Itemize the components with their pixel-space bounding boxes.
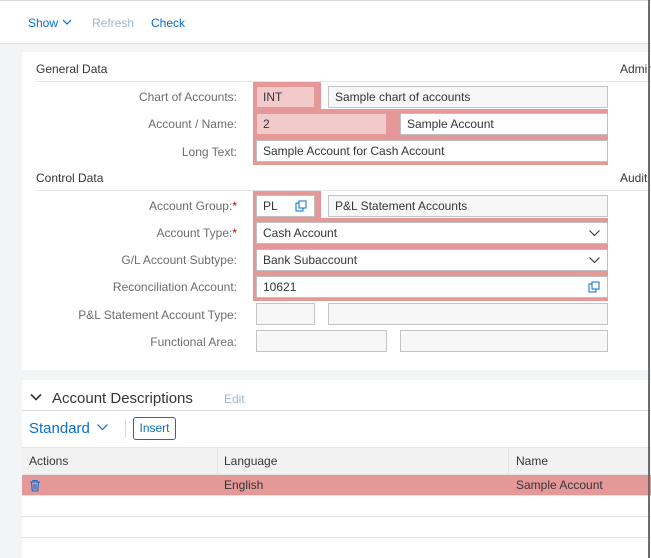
reconciliation-account-label: Reconciliation Account:	[112, 280, 237, 294]
account-number-input[interactable]: 2	[256, 113, 387, 135]
pl-statement-account-type-description	[328, 303, 608, 325]
account-number-value: 2	[263, 117, 270, 131]
pl-statement-account-type-input	[256, 303, 315, 325]
window-edge	[648, 0, 650, 558]
edit-button[interactable]: Edit	[224, 392, 245, 406]
panel-divider	[22, 410, 651, 411]
value-help-icon[interactable]	[588, 281, 600, 293]
section-general-title: General Data	[36, 62, 108, 76]
show-label: Show	[28, 16, 59, 30]
section-divider	[36, 190, 621, 191]
gl-account-subtype-select[interactable]: Bank Subaccount	[256, 249, 608, 271]
chart-of-accounts-name: Sample chart of accounts	[335, 90, 471, 104]
collapse-chevron-icon[interactable]	[30, 391, 42, 403]
reconciliation-account-input[interactable]: 10621	[256, 276, 608, 298]
functional-area-label: Functional Area:	[150, 335, 237, 349]
account-descriptions-title: Account Descriptions	[52, 390, 193, 407]
toolbar-separator	[125, 419, 126, 438]
account-group-label-text: Account Group:	[148, 199, 233, 213]
toolbar: Show Refresh Check	[0, 0, 651, 44]
column-header-language: Language	[224, 454, 278, 468]
account-group-input[interactable]: PL	[256, 195, 315, 217]
functional-area-description	[400, 330, 608, 352]
table-row-empty	[22, 496, 651, 517]
section-control-title: Control Data	[36, 171, 104, 185]
long-text-input[interactable]: Sample Account for Cash Account	[256, 140, 608, 162]
column-header-name: Name	[516, 454, 549, 468]
gl-account-subtype-label: G/L Account Subtype:	[121, 253, 237, 267]
chart-of-accounts-description: Sample chart of accounts	[328, 86, 608, 108]
value-help-icon[interactable]	[295, 200, 307, 212]
section-divider	[620, 190, 651, 191]
gl-account-subtype-value: Bank Subaccount	[263, 253, 358, 267]
account-group-label: Account Group:*	[149, 199, 237, 213]
table-row[interactable]: English Sample Account	[22, 475, 651, 496]
section-divider	[36, 81, 621, 82]
chart-of-accounts-code: INT	[263, 90, 283, 104]
table-header: Actions Language Name	[22, 447, 651, 475]
chevron-down-icon[interactable]	[589, 229, 600, 237]
account-group-code: PL	[263, 199, 278, 213]
long-text-value: Sample Account for Cash Account	[263, 144, 445, 158]
account-group-name: P&L Statement Accounts	[335, 199, 468, 213]
variant-label: Standard	[29, 420, 90, 437]
show-button[interactable]: Show	[28, 16, 72, 30]
account-type-label: Account Type:*	[157, 226, 238, 240]
pl-statement-account-type-label: P&L Statement Account Type:	[78, 308, 237, 322]
name-cell: Sample Account	[516, 478, 603, 492]
account-group-description: P&L Statement Accounts	[328, 195, 608, 217]
chart-of-accounts-label: Chart of Accounts:	[138, 90, 237, 104]
language-cell: English	[224, 478, 264, 492]
required-mark: *	[232, 199, 237, 213]
section-audit-title: Audit	[620, 171, 648, 185]
form-panel: General Data Admir Chart of Accounts: IN…	[22, 52, 651, 370]
check-button[interactable]: Check	[151, 16, 185, 30]
variant-management[interactable]: Standard	[29, 420, 108, 437]
section-admin-title: Admir	[620, 62, 651, 76]
chevron-down-icon	[63, 19, 72, 25]
section-divider	[620, 81, 651, 82]
chevron-down-icon[interactable]	[589, 256, 600, 264]
long-text-label: Long Text:	[181, 145, 237, 159]
required-mark: *	[232, 226, 237, 240]
functional-area-input	[256, 330, 387, 352]
account-descriptions-panel: Account Descriptions Edit Standard Inser…	[22, 380, 651, 558]
reconciliation-account-value: 10621	[263, 280, 297, 294]
chart-of-accounts-input[interactable]: INT	[256, 86, 315, 108]
account-type-label-text: Account Type:	[156, 226, 233, 240]
refresh-button[interactable]: Refresh	[92, 16, 134, 30]
account-name-label: Account / Name:	[148, 117, 237, 131]
column-header-actions: Actions	[29, 454, 69, 468]
account-name-value: Sample Account	[407, 117, 494, 131]
chevron-down-icon	[96, 424, 108, 431]
account-name-input[interactable]: Sample Account	[400, 113, 608, 135]
account-type-value: Cash Account	[263, 226, 338, 240]
insert-button[interactable]: Insert	[133, 417, 176, 440]
trash-icon[interactable]	[29, 479, 41, 492]
account-type-select[interactable]: Cash Account	[256, 222, 608, 244]
table-row-empty	[22, 517, 651, 538]
